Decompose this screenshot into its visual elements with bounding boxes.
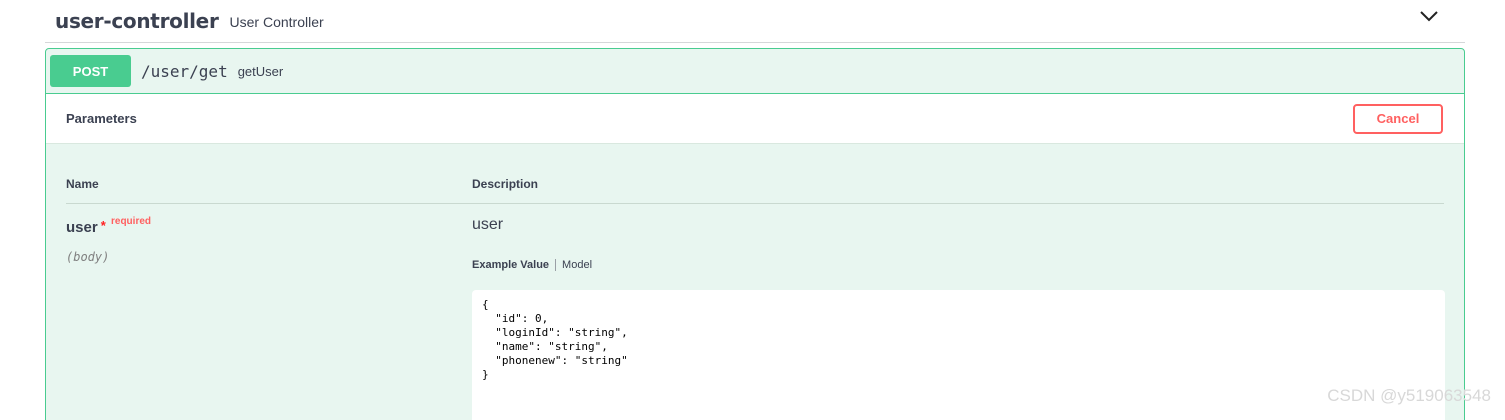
chevron-down-icon[interactable] (1419, 8, 1439, 24)
watermark: CSDN @y519063548 (1327, 386, 1491, 405)
parameters-table-header: Name Description (66, 144, 1444, 204)
tag-header[interactable]: user-controller User Controller (45, 0, 1465, 43)
operation-path: /user/get (141, 61, 228, 81)
method-badge: POST (50, 55, 131, 87)
parameter-description: user (472, 216, 504, 233)
parameters-header: Parameters Cancel (46, 94, 1464, 144)
example-value-box[interactable]: { "id": 0, "loginId": "string", "name": … (472, 290, 1445, 420)
tag-title: user-controller (55, 9, 219, 33)
required-star: * (100, 218, 106, 233)
tab-example-value[interactable]: Example Value (472, 259, 557, 271)
column-header-description: Description (472, 177, 539, 191)
parameters-title: Parameters (66, 111, 137, 126)
column-header-name: Name (66, 177, 99, 191)
cancel-button[interactable]: Cancel (1353, 103, 1443, 134)
tab-model[interactable]: Model (556, 259, 592, 271)
operation-summary-text: getUser (237, 63, 284, 79)
operation-summary[interactable]: POST /user/get getUser (46, 49, 1464, 94)
parameter-name: user * (66, 218, 106, 236)
parameter-name-text: user (66, 219, 98, 236)
tag-description: User Controller (229, 14, 324, 30)
operation-block: POST /user/get getUser Parameters Cancel… (45, 48, 1465, 420)
example-model-tabs: Example Value Model (472, 259, 592, 271)
parameter-row: user * required (body) user Example Value… (66, 204, 1445, 420)
parameters-table: Name Description user * required (body) u… (46, 144, 1464, 420)
parameter-location: (body) (66, 250, 110, 264)
required-label: required (111, 216, 152, 227)
